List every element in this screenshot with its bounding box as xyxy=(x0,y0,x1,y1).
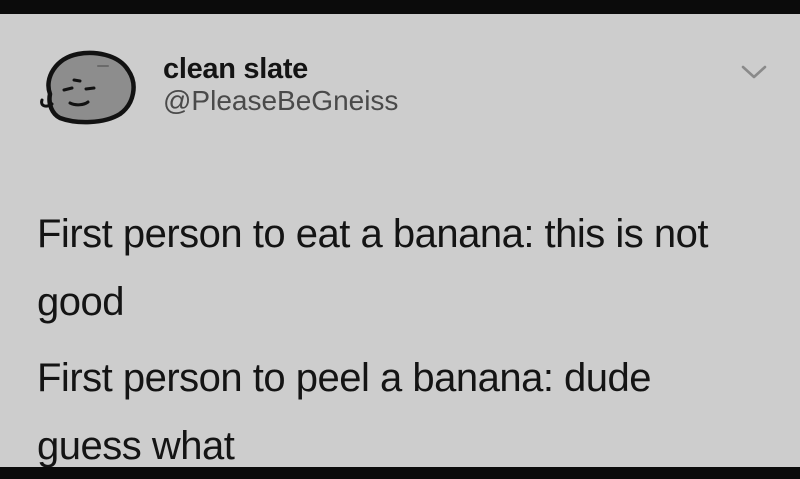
tweet-card: clean slate @PleaseBeGneiss First person… xyxy=(0,14,800,467)
tweet-line-3: First person to peel a banana: dude xyxy=(37,356,652,400)
display-name[interactable]: clean slate xyxy=(163,55,308,84)
user-handle[interactable]: @PleaseBeGneiss xyxy=(163,87,398,115)
tweet-line-2: good xyxy=(37,280,124,324)
chevron-down-icon xyxy=(741,65,767,79)
tweet-menu-button[interactable] xyxy=(739,61,769,83)
grumpy-rock-icon xyxy=(40,50,136,125)
tweet-text: First person to eat a banana: this is no… xyxy=(37,200,777,467)
tweet-line-1: First person to eat a banana: this is no… xyxy=(37,212,709,256)
screenshot-frame: clean slate @PleaseBeGneiss First person… xyxy=(0,0,800,479)
avatar[interactable] xyxy=(36,42,142,128)
tweet-line-4: guess what xyxy=(37,424,235,467)
